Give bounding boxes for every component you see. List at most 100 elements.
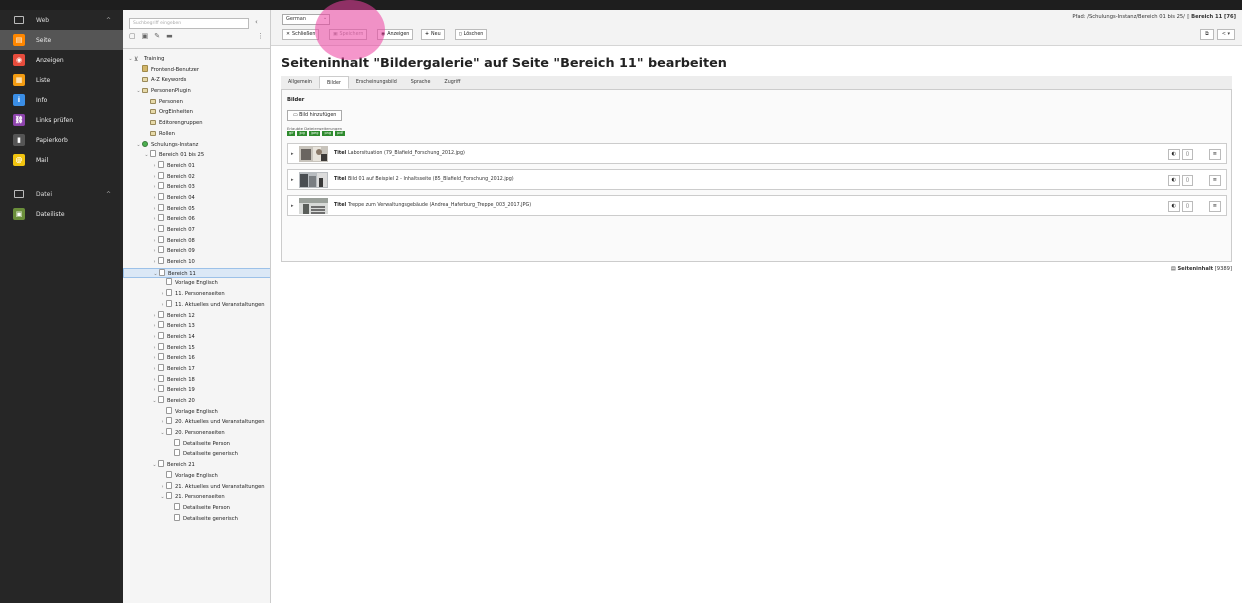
chevron-right-icon[interactable]: ›: [151, 172, 158, 183]
tree-node[interactable]: Vorlage Englisch: [123, 278, 270, 289]
chevron-right-icon[interactable]: ›: [151, 257, 158, 268]
chevron-right-icon[interactable]: ›: [151, 321, 158, 332]
tree-node[interactable]: › Bereich 09: [123, 246, 270, 257]
module-item-liste[interactable]: ▦ Liste: [0, 70, 123, 90]
tree-node[interactable]: › 11. Personenseiten: [123, 289, 270, 300]
folder-icon[interactable]: ▬: [166, 32, 173, 44]
tree-node[interactable]: Detailseite Person: [123, 438, 270, 450]
chevron-down-icon[interactable]: ⌄: [135, 140, 142, 151]
tree-node[interactable]: Personen: [123, 97, 270, 108]
tree-node[interactable]: › Bereich 02: [123, 171, 270, 183]
chevron-down-icon[interactable]: ⌄: [151, 396, 158, 407]
tree-node[interactable]: › Bereich 14: [123, 331, 270, 343]
collapse-tree-icon[interactable]: ‹: [255, 18, 258, 26]
tab-allgemein[interactable]: Allgemein: [281, 76, 319, 89]
chevron-right-icon[interactable]: ›: [151, 214, 158, 225]
edit-pencil-icon[interactable]: ✎: [154, 32, 160, 44]
delete-button[interactable]: ▯ Löschen: [455, 29, 488, 40]
chevron-right-icon[interactable]: ›: [151, 225, 158, 236]
share-icon[interactable]: < ▾: [1216, 29, 1235, 40]
expand-caret-icon[interactable]: ▸: [291, 151, 294, 157]
module-group-web[interactable]: Web ^: [0, 10, 123, 30]
tree-node[interactable]: ⌄ Schulungs-Instanz: [123, 140, 270, 151]
add-image-button[interactable]: ▭ Bild hinzufügen: [287, 110, 343, 121]
expand-caret-icon[interactable]: ▸: [291, 177, 294, 183]
chevron-down-icon[interactable]: ⌄: [135, 86, 142, 97]
module-item-links-pruefen[interactable]: ⛓ Links prüfen: [0, 110, 123, 130]
toggle-visibility-icon[interactable]: ◐: [1167, 149, 1181, 160]
tree-node[interactable]: › 21. Aktuelles und Veranstaltungen: [123, 481, 270, 493]
chevron-down-icon[interactable]: ⌄: [143, 150, 150, 161]
tree-node[interactable]: OrgEinheiten: [123, 107, 270, 118]
chevron-right-icon[interactable]: ›: [151, 193, 158, 204]
tree-node[interactable]: Detailseite generisch: [123, 513, 270, 525]
tree-node[interactable]: ⌄ Bereich 21: [123, 460, 270, 471]
tree-node[interactable]: › Bereich 19: [123, 385, 270, 396]
chevron-right-icon[interactable]: ›: [151, 182, 158, 193]
module-item-seite[interactable]: ▤ Seite: [0, 30, 123, 50]
chevron-right-icon[interactable]: ›: [151, 353, 158, 364]
tree-node[interactable]: ⌄ 20. Personenseiten: [123, 428, 270, 439]
tree-node[interactable]: Frontend-Benutzer: [123, 64, 270, 76]
module-item-anzeigen[interactable]: ◉ Anzeigen: [0, 50, 123, 70]
page-tree-filter-icon[interactable]: ▣: [142, 32, 149, 44]
chevron-right-icon[interactable]: ›: [151, 385, 158, 396]
tree-node[interactable]: › 11. Aktuelles und Veranstaltungen: [123, 299, 270, 311]
chevron-right-icon[interactable]: ›: [151, 332, 158, 343]
tree-node[interactable]: ⌄ PersonenPlugin: [123, 86, 270, 97]
tree-node[interactable]: › 20. Aktuelles und Veranstaltungen: [123, 417, 270, 428]
tree-node[interactable]: › Bereich 12: [123, 310, 270, 322]
module-group-datei[interactable]: Datei ^: [0, 184, 123, 204]
chevron-right-icon[interactable]: ›: [159, 300, 166, 311]
image-row[interactable]: ▸ Titel Treppe zum Verwaltungsgebäude (A…: [287, 195, 1227, 216]
tree-node[interactable]: Rollen: [123, 129, 270, 140]
save-button[interactable]: ▣ Speichern: [329, 29, 368, 40]
chevron-right-icon[interactable]: ›: [159, 482, 166, 493]
tree-node[interactable]: Detailseite generisch: [123, 449, 270, 460]
module-item-mail[interactable]: @ Mail: [0, 150, 123, 170]
tree-node[interactable]: Editorengruppen: [123, 118, 270, 129]
chevron-right-icon[interactable]: ›: [151, 161, 158, 172]
delete-icon[interactable]: ▯: [1182, 201, 1193, 212]
chevron-down-icon[interactable]: ⌄: [127, 54, 134, 65]
tree-node[interactable]: › Bereich 15: [123, 342, 270, 354]
tree-node[interactable]: Detailseite Person: [123, 502, 270, 514]
tree-node[interactable]: ⌄⊻ Training: [123, 54, 270, 65]
delete-icon[interactable]: ▯: [1182, 175, 1193, 186]
chevron-right-icon[interactable]: ›: [159, 289, 166, 300]
chevron-right-icon[interactable]: ›: [151, 375, 158, 386]
chevron-down-icon[interactable]: ⌄: [151, 460, 158, 471]
close-button[interactable]: ✕ Schließen: [282, 29, 320, 40]
tree-node[interactable]: › Bereich 03: [123, 182, 270, 193]
view-button[interactable]: ◉ Anzeigen: [377, 29, 414, 40]
tree-node[interactable]: › Bereich 06: [123, 214, 270, 225]
chevron-right-icon[interactable]: ›: [151, 364, 158, 375]
chevron-right-icon[interactable]: ›: [151, 204, 158, 215]
chevron-right-icon[interactable]: ›: [151, 343, 158, 354]
chevron-down-icon[interactable]: ⌄: [159, 492, 166, 503]
new-button[interactable]: + Neu: [421, 29, 445, 40]
tab-sprache[interactable]: Sprache: [404, 76, 438, 89]
tab-bilder[interactable]: Bilder: [318, 76, 349, 89]
chevron-right-icon[interactable]: ›: [151, 246, 158, 257]
tree-node[interactable]: › Bereich 16: [123, 353, 270, 364]
toggle-visibility-icon[interactable]: ◐: [1167, 201, 1181, 212]
image-row[interactable]: ▸ Titel Laborsituation (79_Blafield_Fors…: [287, 143, 1227, 164]
tree-node[interactable]: › Bereich 18: [123, 374, 270, 386]
new-page-icon[interactable]: ▢: [129, 32, 136, 44]
tree-node[interactable]: › Bereich 08: [123, 235, 270, 247]
tree-node[interactable]: Vorlage Englisch: [123, 470, 270, 482]
tree-node[interactable]: › Bereich 01: [123, 160, 270, 172]
tree-node[interactable]: ⌄ 21. Personenseiten: [123, 492, 270, 503]
tree-node[interactable]: › Bereich 17: [123, 363, 270, 375]
breadcrumb-current[interactable]: Bereich 11 [76]: [1191, 14, 1236, 20]
drag-handle-icon[interactable]: ≡: [1208, 149, 1221, 160]
tree-node[interactable]: › Bereich 10: [123, 257, 270, 268]
module-item-papierkorb[interactable]: ▮ Papierkorb: [0, 130, 123, 150]
expand-caret-icon[interactable]: ▸: [291, 203, 294, 209]
tree-node[interactable]: A-Z Keywords: [123, 75, 270, 86]
tree-node[interactable]: › Bereich 05: [123, 203, 270, 215]
tree-node[interactable]: › Bereich 13: [123, 321, 270, 332]
tree-node[interactable]: › Bereich 04: [123, 192, 270, 204]
delete-icon[interactable]: ▯: [1182, 149, 1193, 160]
